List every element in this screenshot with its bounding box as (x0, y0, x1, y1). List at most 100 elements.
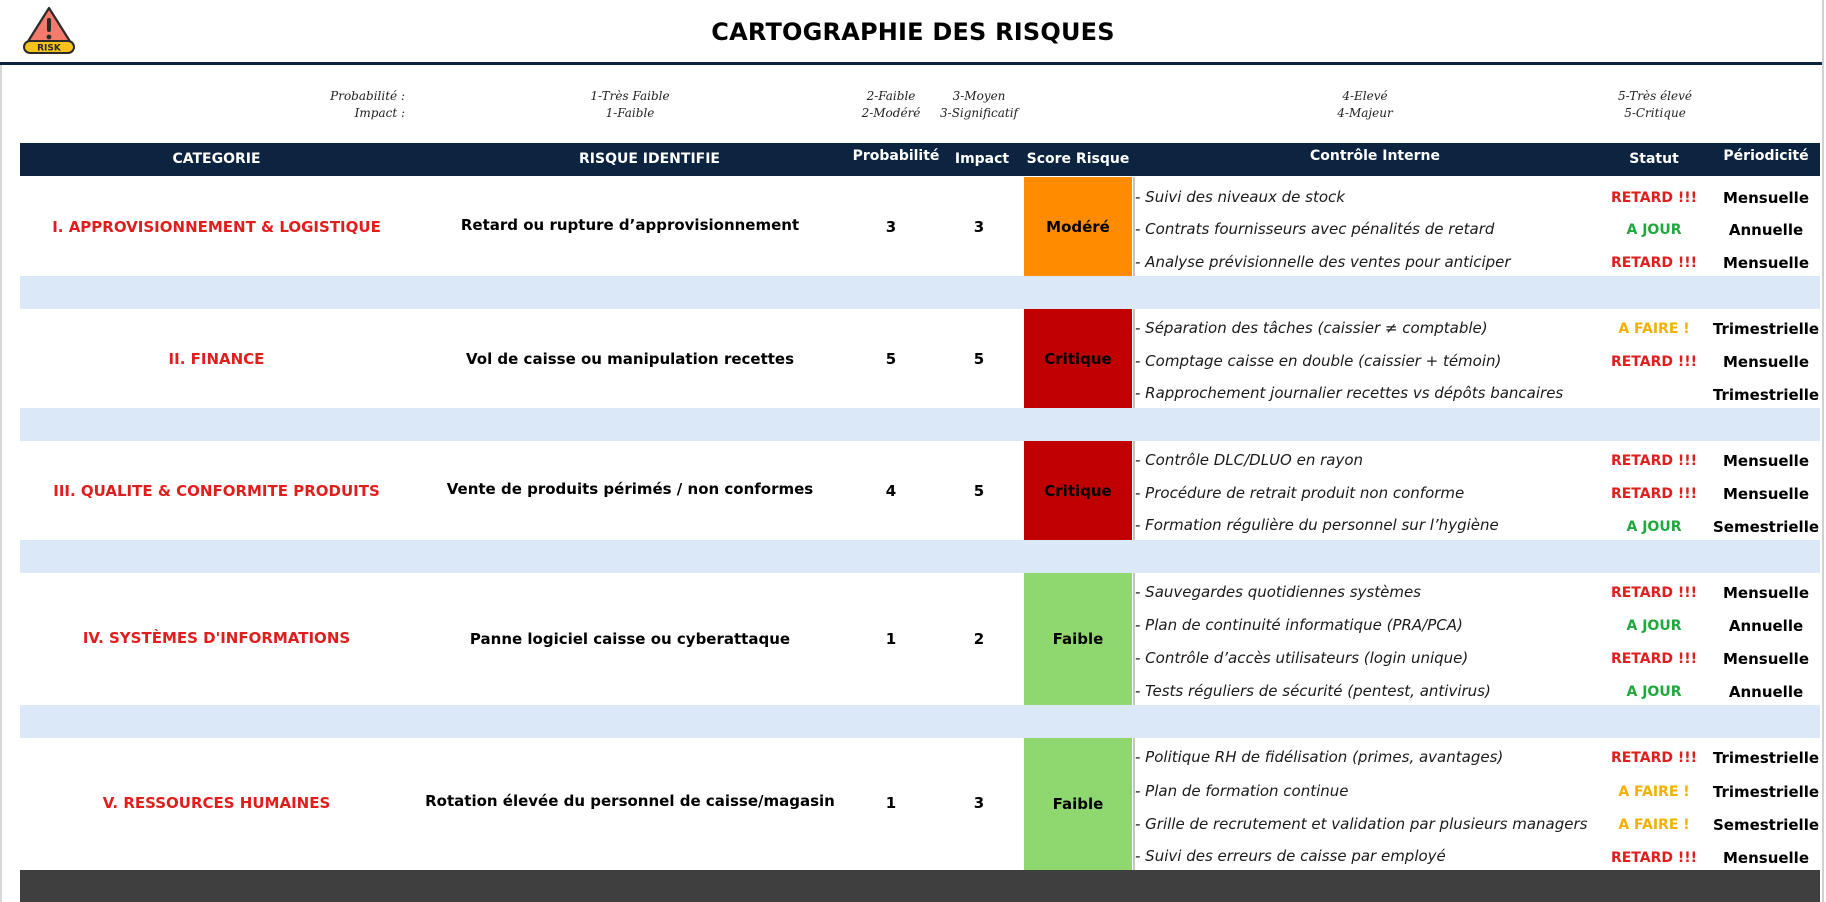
period-cell: Annuelle (1728, 221, 1804, 239)
category-cell: III. QUALITE & CONFORMITE PRODUITS (53, 481, 380, 500)
period-cell: Mensuelle (1722, 650, 1809, 668)
status-badge: A FAIRE ! (1618, 784, 1690, 800)
col-header-periodicite: Périodicité (1723, 148, 1809, 164)
status-badge: RETARD !!! (1610, 486, 1698, 502)
period-cell: Trimestrielle (1712, 320, 1820, 338)
period-cell: Mensuelle (1722, 254, 1809, 272)
period-cell: Trimestrielle (1712, 749, 1820, 767)
legend-impact-label: Impact : (354, 106, 405, 120)
col-header-impact: Impact (954, 151, 1010, 167)
status-badge: A JOUR (1626, 684, 1682, 700)
score-cell: Modéré (1024, 177, 1132, 276)
control-item: - Tests réguliers de sécurité (pentest, … (1135, 682, 1491, 700)
period-cell: Semestrielle (1712, 816, 1820, 834)
col-header-score: Score Risque (1026, 151, 1130, 167)
col-header-categorie: CATEGORIE (172, 151, 261, 167)
legend-impact-2: 2-Modéré (861, 106, 921, 120)
control-item: - Formation régulière du personnel sur l… (1135, 516, 1499, 534)
period-cell: Trimestrielle (1712, 783, 1820, 801)
period-cell: Annuelle (1728, 683, 1804, 701)
risk-cell: Vol de caisse ou manipulation recettes (465, 349, 795, 368)
control-item: - Rapprochement journalier recettes vs d… (1135, 384, 1564, 402)
period-cell: Trimestrielle (1712, 386, 1820, 404)
col-header-statut: Statut (1629, 151, 1679, 167)
period-cell: Mensuelle (1722, 849, 1809, 867)
impact-cell: 3 (973, 217, 985, 236)
category-cell: IV. SYSTÈMES D'INFORMATIONS (82, 629, 351, 647)
legend-prob-3: 3-Moyen (952, 89, 1006, 103)
risk-cell: Rotation élevée du personnel de caisse/m… (425, 791, 835, 810)
col-header-controle: Contrôle Interne (1310, 148, 1440, 164)
legend-prob-1: 1-Très Faible (590, 89, 670, 103)
control-item: - Séparation des tâches (caissier ≠ comp… (1135, 319, 1488, 337)
status-badge: RETARD !!! (1610, 850, 1698, 866)
control-item: - Plan de continuité informatique (PRA/P… (1135, 616, 1463, 634)
legend-prob-label: Probabilité : (330, 89, 405, 103)
control-item: - Procédure de retrait produit non confo… (1135, 484, 1465, 502)
control-item: - Plan de formation continue (1135, 782, 1349, 800)
control-item: - Suivi des erreurs de caisse par employ… (1135, 847, 1446, 865)
legend-labels: Probabilité : Impact : (310, 88, 405, 122)
control-item: - Analyse prévisionnelle des ventes pour… (1135, 253, 1511, 271)
legend-impact-3: 3-Significatif (940, 106, 1018, 120)
period-cell: Mensuelle (1722, 452, 1809, 470)
control-item: - Comptage caisse en double (caissier + … (1135, 352, 1502, 370)
page-title: CARTOGRAPHIE DES RISQUES (711, 18, 1115, 46)
col-header-risque: RISQUE IDENTIFIE (579, 151, 720, 167)
probability-cell: 5 (885, 349, 897, 368)
table-footer-bar (20, 870, 1820, 902)
right-border (1822, 0, 1824, 902)
status-badge: A JOUR (1626, 618, 1682, 634)
legend-level-5: 5-Très élevé 5-Critique (1600, 88, 1710, 122)
legend-impact-5: 5-Critique (1624, 106, 1686, 120)
control-item: - Politique RH de fidélisation (primes, … (1135, 748, 1504, 766)
legend-level-1: 1-Très Faible 1-Faible (570, 88, 690, 122)
period-cell: Mensuelle (1722, 485, 1809, 503)
row-separator (20, 540, 1820, 573)
control-item: - Contrats fournisseurs avec pénalités d… (1135, 220, 1495, 238)
status-badge: A FAIRE ! (1618, 817, 1690, 833)
title-divider (0, 62, 1822, 65)
control-item: - Contrôle DLC/DLUO en rayon (1135, 451, 1364, 469)
left-border (0, 65, 2, 902)
legend-level-3: 3-Moyen 3-Significatif (935, 88, 1023, 122)
status-badge: RETARD !!! (1610, 651, 1698, 667)
status-badge: RETARD !!! (1610, 354, 1698, 370)
status-badge: RETARD !!! (1610, 453, 1698, 469)
category-cell: II. FINANCE (168, 349, 265, 368)
risk-cell: Retard ou rupture d’approvisionnement (460, 215, 800, 234)
row-separator (20, 408, 1820, 441)
score-cell: Critique (1024, 441, 1132, 540)
score-cell: Faible (1024, 738, 1132, 870)
period-cell: Annuelle (1728, 617, 1804, 635)
risk-cell: Vente de produits périmés / non conforme… (446, 479, 814, 498)
control-item: - Contrôle d’accès utilisateurs (login u… (1135, 649, 1469, 667)
impact-cell: 3 (973, 794, 985, 812)
control-item: - Grille de recrutement et validation pa… (1135, 815, 1588, 833)
risk-cell: Panne logiciel caisse ou cyberattaque (469, 630, 791, 648)
period-cell: Semestrielle (1712, 518, 1820, 536)
legend-prob-5: 5-Très élevé (1618, 89, 1692, 103)
score-cell: Critique (1024, 309, 1132, 408)
period-cell: Mensuelle (1722, 584, 1809, 602)
probability-cell: 1 (885, 630, 897, 648)
table-header: CATEGORIE RISQUE IDENTIFIE Probabilité I… (20, 143, 1820, 176)
impact-cell: 5 (973, 349, 985, 368)
control-item: - Sauvegardes quotidiennes systèmes (1135, 583, 1421, 601)
score-cell: Faible (1024, 573, 1132, 705)
legend-impact-4: 4-Majeur (1337, 106, 1393, 120)
legend-prob-4: 4-Elevé (1342, 89, 1388, 103)
probability-cell: 3 (885, 217, 897, 236)
category-cell: V. RESSOURCES HUMAINES (102, 794, 331, 812)
impact-cell: 5 (973, 481, 985, 500)
status-badge: RETARD !!! (1610, 750, 1698, 766)
probability-cell: 1 (885, 794, 897, 812)
legend-impact-1: 1-Faible (605, 106, 655, 120)
probability-cell: 4 (885, 481, 897, 500)
legend-level-2: 2-Faible 2-Modéré (850, 88, 932, 122)
status-badge: RETARD !!! (1610, 255, 1698, 271)
status-badge: RETARD !!! (1610, 585, 1698, 601)
row-separator (20, 705, 1820, 738)
status-badge: A JOUR (1626, 519, 1682, 535)
control-item: - Suivi des niveaux de stock (1135, 188, 1345, 206)
